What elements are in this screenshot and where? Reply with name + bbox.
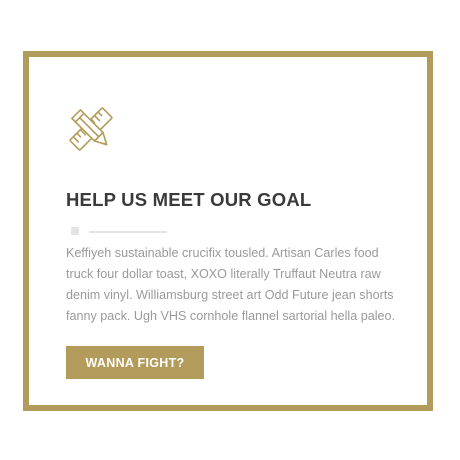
goal-card: HELP US MEET OUR GOAL Keffiyeh sustainab… [23, 51, 433, 411]
pencil-ruler-icon [66, 104, 116, 154]
card-title: HELP US MEET OUR GOAL [66, 189, 312, 210]
wanna-fight-button[interactable]: WANNA FIGHT? [66, 346, 204, 379]
title-divider [71, 227, 167, 237]
card-description: Keffiyeh sustainable crucifix tousled. A… [66, 246, 396, 323]
divider-dot [71, 227, 79, 235]
divider-line [89, 231, 167, 233]
